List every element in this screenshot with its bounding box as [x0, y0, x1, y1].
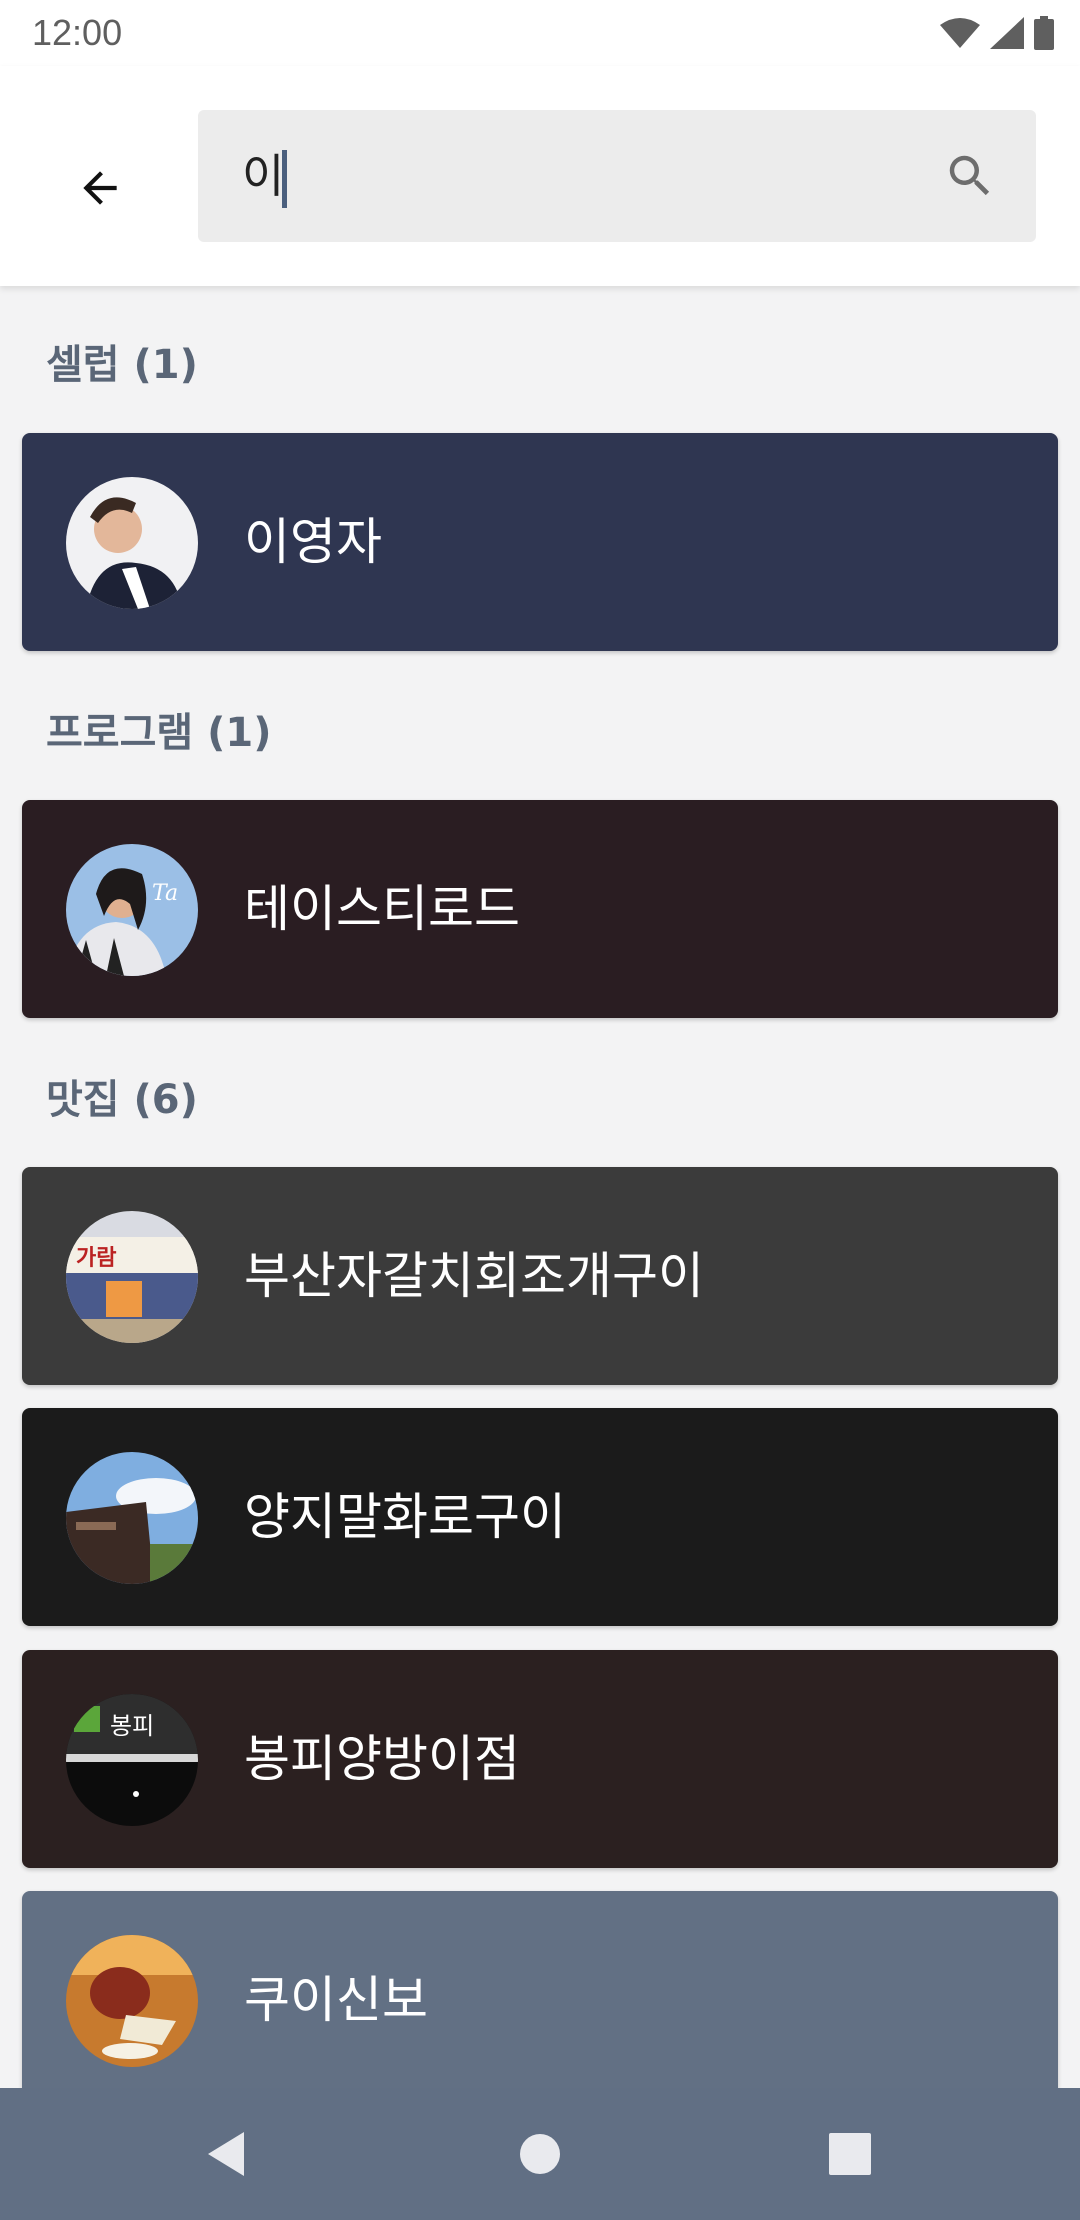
card-label: 양지말화로구이 [244, 1488, 566, 1546]
search-icon [949, 155, 990, 196]
svg-text:가람: 가람 [76, 1246, 116, 1271]
search-button[interactable] [938, 144, 1002, 208]
status-bar: 12:00 [0, 0, 1080, 66]
card-label: 봉피양방이점 [244, 1730, 520, 1788]
card-label: 쿠이신보 [244, 1971, 428, 2029]
wifi-icon [940, 18, 980, 48]
search-app-bar [0, 66, 1080, 286]
search-input[interactable] [242, 138, 892, 214]
result-card-restaurant[interactable]: 봉피 봉피양방이점 [22, 1650, 1058, 1868]
svg-text:Ta: Ta [152, 881, 178, 906]
result-card-restaurant[interactable]: 쿠이신보 [22, 1891, 1058, 2109]
card-label: 테이스티로드 [244, 880, 520, 938]
result-card-restaurant[interactable]: 가람 부산자갈치회조개구이 [22, 1167, 1058, 1385]
nav-home-button[interactable] [500, 2114, 580, 2194]
avatar [66, 1452, 198, 1584]
result-card-celebrity[interactable]: 이영자 [22, 433, 1058, 651]
arrow-left-icon [83, 171, 117, 205]
status-time: 12:00 [32, 12, 123, 53]
back-triangle-icon [208, 2132, 244, 2176]
signal-icon [990, 17, 1024, 49]
result-card-restaurant[interactable]: 양지말화로구이 [22, 1408, 1058, 1626]
system-nav-bar [0, 2088, 1080, 2220]
search-box[interactable] [198, 110, 1036, 242]
avatar [66, 1935, 198, 2067]
svg-text:봉피: 봉피 [110, 1712, 154, 1740]
avatar: 봉피 [66, 1694, 198, 1826]
avatar: Ta [66, 844, 198, 976]
card-label: 부산자갈치회조개구이 [244, 1247, 704, 1305]
result-card-program[interactable]: Ta 테이스티로드 [22, 800, 1058, 1018]
section-title-restaurant: 맛집 (6) [46, 1077, 198, 1123]
nav-back-button[interactable] [186, 2114, 266, 2194]
section-title-program: 프로그램 (1) [46, 710, 272, 756]
avatar [66, 477, 198, 609]
recents-square-icon [829, 2133, 871, 2175]
home-circle-icon [520, 2134, 560, 2174]
back-button[interactable] [60, 148, 140, 228]
card-label: 이영자 [244, 513, 382, 571]
section-title-celebrity: 셀럽 (1) [46, 342, 198, 388]
status-icons [940, 16, 1054, 50]
battery-icon [1034, 16, 1054, 50]
text-cursor [282, 150, 287, 208]
nav-recents-button[interactable] [810, 2114, 890, 2194]
avatar: 가람 [66, 1211, 198, 1343]
